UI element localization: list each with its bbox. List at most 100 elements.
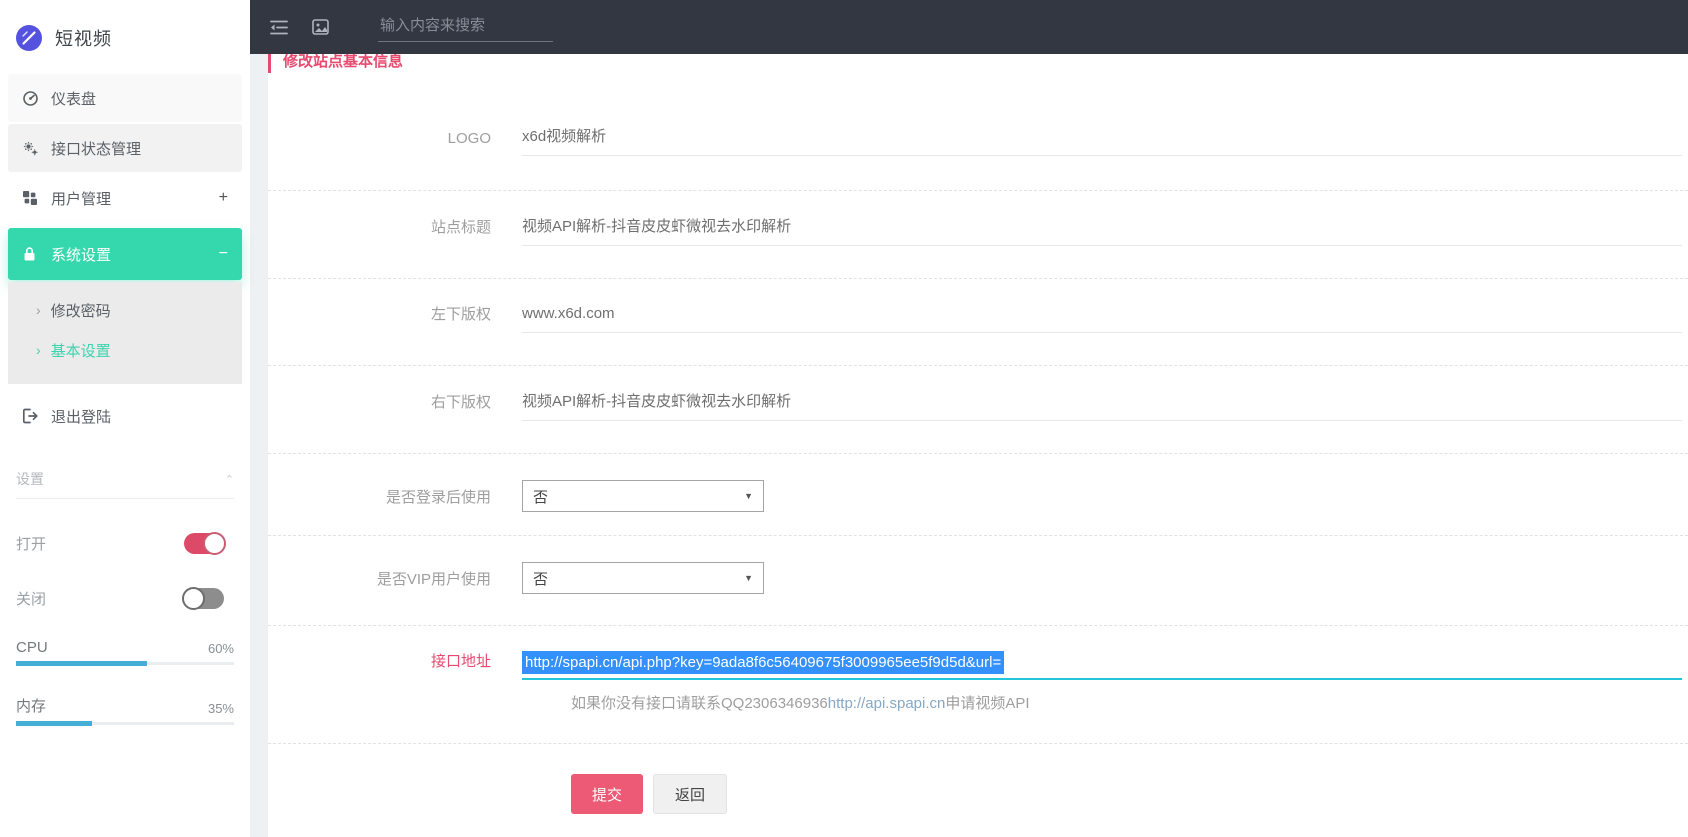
form-row-left-copyright: 左下版权 www.x6d.com bbox=[268, 303, 1688, 333]
sidebar-item-api-status[interactable]: 接口状态管理 bbox=[8, 124, 242, 172]
chevron-right-icon: › bbox=[36, 342, 41, 358]
back-button[interactable]: 返回 bbox=[653, 774, 727, 814]
help-text: 如果你没有接口请联系QQ2306346936 bbox=[571, 695, 828, 712]
toggle-row-open: 打开 bbox=[0, 533, 250, 554]
main-content: 修改站点基本信息 LOGO x6d视频解析 站点标题 视频API解析-抖音皮皮虾… bbox=[250, 54, 1688, 837]
right-copyright-input[interactable]: 视频API解析-抖音皮皮虾微视去水印解析 bbox=[522, 390, 1682, 421]
topbar bbox=[250, 0, 1688, 54]
brand-title: 短视频 bbox=[55, 25, 112, 51]
api-url-input[interactable]: http://spapi.cn/api.php?key=9ada8f6c5640… bbox=[522, 651, 1682, 680]
gears-icon bbox=[22, 140, 39, 157]
field-label: 左下版权 bbox=[268, 303, 522, 333]
sign-out-icon bbox=[22, 408, 39, 425]
sidebar-item-label: 系统设置 bbox=[51, 244, 111, 265]
sidebar-menu: 仪表盘 接口状态管理 bbox=[0, 74, 250, 440]
sidebar-item-logout[interactable]: 退出登陆 bbox=[8, 392, 242, 440]
progress-fill bbox=[16, 661, 147, 666]
minus-icon[interactable]: − bbox=[219, 245, 228, 263]
divider bbox=[268, 278, 1688, 279]
chevron-down-icon: ▼ bbox=[744, 491, 753, 501]
toggle-close[interactable] bbox=[184, 588, 224, 609]
meter-value: 35% bbox=[208, 701, 234, 716]
submenu-item-change-password[interactable]: › 修改密码 bbox=[8, 290, 242, 330]
sidebar-item-dashboard[interactable]: 仪表盘 bbox=[8, 74, 242, 122]
toggle-label: 打开 bbox=[16, 533, 46, 554]
form-row-vip-required: 是否VIP用户使用 否 ▼ bbox=[268, 562, 1688, 594]
meter-label: CPU bbox=[16, 639, 48, 656]
progress-bar bbox=[16, 722, 234, 725]
field-value: x6d视频解析 bbox=[522, 128, 606, 145]
chevron-down-icon: ▼ bbox=[744, 573, 753, 583]
site-title-input[interactable]: 视频API解析-抖音皮皮虾微视去水印解析 bbox=[522, 215, 1682, 246]
progress-fill bbox=[16, 721, 92, 726]
field-value: 视频API解析-抖音皮皮虾微视去水印解析 bbox=[522, 218, 791, 235]
toggle-knob bbox=[182, 587, 205, 610]
sidebar-item-label: 接口状态管理 bbox=[51, 138, 141, 159]
grid-icon bbox=[22, 190, 39, 207]
toggle-row-close: 关闭 bbox=[0, 588, 250, 609]
field-label: LOGO bbox=[268, 130, 522, 156]
submenu-item-basic-settings[interactable]: › 基本设置 bbox=[8, 330, 242, 370]
brand-logo-icon bbox=[15, 24, 43, 52]
settings-section-label: 设置 bbox=[16, 469, 44, 489]
plus-icon[interactable]: + bbox=[219, 189, 228, 207]
form-actions: 提交 返回 bbox=[571, 774, 1688, 814]
form-row-logo: LOGO x6d视频解析 bbox=[268, 125, 1688, 156]
field-label: 右下版权 bbox=[268, 391, 522, 421]
memory-meter: 内存 35% bbox=[0, 695, 250, 725]
divider bbox=[268, 365, 1688, 366]
submit-button[interactable]: 提交 bbox=[571, 774, 643, 814]
divider bbox=[268, 190, 1688, 191]
site-settings-form: 修改站点基本信息 LOGO x6d视频解析 站点标题 视频API解析-抖音皮皮虾… bbox=[268, 54, 1688, 814]
submenu-item-label: 基本设置 bbox=[51, 340, 111, 361]
form-row-site-title: 站点标题 视频API解析-抖音皮皮虾微视去水印解析 bbox=[268, 215, 1688, 246]
chevron-right-icon: › bbox=[36, 302, 41, 318]
search bbox=[378, 13, 553, 42]
field-label: 接口地址 bbox=[268, 650, 522, 680]
selected-url-text: http://spapi.cn/api.php?key=9ada8f6c5640… bbox=[522, 651, 1004, 674]
gauge-icon bbox=[22, 90, 39, 107]
divider bbox=[268, 625, 1688, 626]
login-required-select[interactable]: 否 ▼ bbox=[522, 480, 764, 512]
lock-icon bbox=[22, 246, 39, 263]
left-copyright-input[interactable]: www.x6d.com bbox=[522, 305, 1682, 333]
field-value: www.x6d.com bbox=[522, 305, 615, 322]
sidebar-item-label: 仪表盘 bbox=[51, 88, 96, 109]
toggle-label: 关闭 bbox=[16, 588, 46, 609]
content-left-strip bbox=[250, 54, 268, 837]
field-label: 站点标题 bbox=[268, 216, 522, 246]
sidebar-collapse-icon[interactable] bbox=[270, 19, 288, 35]
sidebar: 短视频 仪表盘 bbox=[0, 0, 250, 837]
sidebar-item-settings[interactable]: 系统设置 − bbox=[8, 228, 242, 280]
toggle-open[interactable] bbox=[184, 533, 224, 554]
sidebar-item-users[interactable]: 用户管理 + bbox=[8, 174, 242, 222]
meter-label: 内存 bbox=[16, 695, 46, 716]
cpu-meter: CPU 60% bbox=[0, 639, 250, 665]
image-icon[interactable] bbox=[312, 19, 330, 35]
divider bbox=[268, 743, 1688, 744]
select-value: 否 bbox=[533, 486, 744, 507]
progress-bar bbox=[16, 662, 234, 665]
divider bbox=[268, 453, 1688, 454]
logo-input[interactable]: x6d视频解析 bbox=[522, 125, 1682, 156]
field-label: 是否VIP用户使用 bbox=[268, 568, 522, 589]
submenu-item-label: 修改密码 bbox=[51, 300, 111, 321]
help-text: 申请视频API bbox=[945, 695, 1029, 712]
api-link[interactable]: http://api.spapi.cn bbox=[828, 695, 946, 712]
chevron-up-icon[interactable]: ⌃ bbox=[225, 473, 234, 486]
form-row-login-required: 是否登录后使用 否 ▼ bbox=[268, 480, 1688, 512]
search-input[interactable] bbox=[378, 13, 553, 42]
divider bbox=[16, 498, 234, 499]
select-value: 否 bbox=[533, 568, 744, 589]
settings-section: 设置 ⌃ bbox=[0, 466, 250, 492]
brand: 短视频 bbox=[0, 0, 250, 60]
meter-value: 60% bbox=[208, 641, 234, 656]
form-row-right-copyright: 右下版权 视频API解析-抖音皮皮虾微视去水印解析 bbox=[268, 390, 1688, 421]
sidebar-item-label: 退出登陆 bbox=[51, 406, 111, 427]
divider bbox=[268, 535, 1688, 536]
sidebar-item-label: 用户管理 bbox=[51, 188, 111, 209]
form-row-api-url: 接口地址 http://spapi.cn/api.php?key=9ada8f6… bbox=[268, 650, 1688, 680]
settings-submenu: › 修改密码 › 基本设置 bbox=[8, 282, 242, 384]
toggle-knob bbox=[203, 532, 226, 555]
vip-required-select[interactable]: 否 ▼ bbox=[522, 562, 764, 594]
